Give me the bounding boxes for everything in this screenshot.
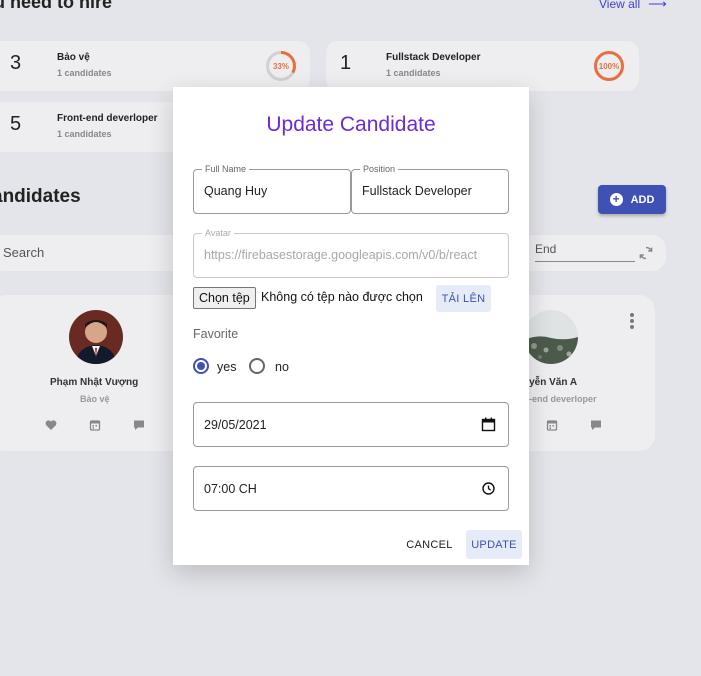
full-name-label: Full Name <box>202 164 250 175</box>
favorite-yes-label: yes <box>217 360 237 374</box>
favorite-yes-radio[interactable] <box>193 358 209 374</box>
time-input[interactable]: 07:00 CH <box>193 466 509 511</box>
avatar-url-value: https://firebasestorage.googleapis.com/v… <box>204 248 478 262</box>
clock-icon[interactable] <box>481 481 496 496</box>
update-button[interactable]: UPDATE <box>466 530 522 559</box>
cancel-button[interactable]: CANCEL <box>401 531 458 559</box>
full-name-value: Quang Huy <box>204 184 268 198</box>
avatar-url-field[interactable]: Avatar https://firebasestorage.googleapi… <box>193 228 509 278</box>
date-value: 29/05/2021 <box>204 418 267 432</box>
time-value: 07:00 CH <box>204 482 257 496</box>
favorite-no-radio[interactable] <box>249 358 265 374</box>
date-input[interactable]: 29/05/2021 <box>193 402 509 447</box>
update-candidate-dialog: Update Candidate Full Name Quang Huy Pos… <box>173 87 529 565</box>
position-value: Fullstack Developer <box>362 184 472 198</box>
position-label: Position <box>360 164 399 175</box>
file-status: Không có tệp nào được chọn <box>261 290 423 304</box>
choose-file-button[interactable]: Chọn tệp <box>193 287 256 309</box>
favorite-label: Favorite <box>193 327 239 341</box>
calendar-icon[interactable] <box>481 417 496 432</box>
dialog-title: Update Candidate <box>266 113 436 136</box>
favorite-no-label: no <box>275 360 289 374</box>
upload-button[interactable]: TẢI LÊN <box>436 285 491 312</box>
position-field[interactable]: Position Fullstack Developer <box>351 164 509 214</box>
avatar-label: Avatar <box>202 228 234 239</box>
full-name-field[interactable]: Full Name Quang Huy <box>193 164 351 214</box>
